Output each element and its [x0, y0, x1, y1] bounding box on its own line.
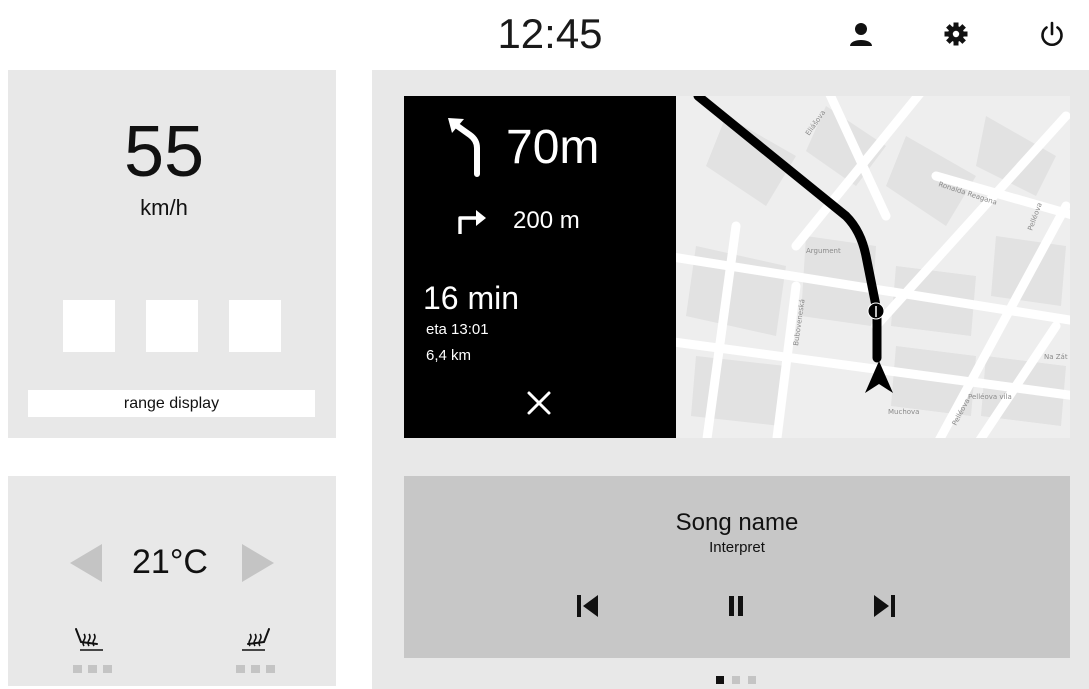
previous-track-button[interactable]: [572, 592, 604, 620]
remaining-distance: 6,4 km: [426, 347, 472, 364]
seat-heat-right-level-1: [236, 665, 245, 673]
following-turn-distance: 200 m: [513, 207, 580, 234]
remaining-time: 16 min: [423, 280, 520, 316]
map-label: Na Zát: [1044, 353, 1068, 361]
song-name: Song name: [675, 509, 799, 536]
navigation-map[interactable]: Eliášova Ronalda Reagana Pelléova Argume…: [676, 96, 1070, 438]
range-display: range display: [28, 390, 315, 417]
speed-value: 55: [123, 112, 205, 192]
page-dot-2[interactable]: [732, 676, 740, 684]
map-label: Pelléova vila: [968, 393, 1012, 401]
map-label: Argument: [806, 247, 841, 255]
seat-heat-left-icon[interactable]: [73, 626, 109, 656]
page-dot-1[interactable]: [716, 676, 724, 684]
seat-heat-left-level-1: [73, 665, 82, 673]
seat-heat-right-level-2: [251, 665, 260, 673]
map-label: Muchova: [888, 408, 919, 416]
indicator-slot-2: [146, 300, 198, 352]
power-icon[interactable]: [1036, 18, 1068, 50]
temperature-value: 21°C: [132, 543, 208, 581]
song-interpret: Interpret: [709, 539, 765, 556]
eta-time: eta 13:01: [426, 321, 489, 338]
indicator-slot-1: [63, 300, 115, 352]
speed-unit: km/h: [140, 195, 188, 220]
clock: 12:45: [497, 10, 603, 57]
turn-left-arrow-icon: [444, 114, 488, 178]
user-icon[interactable]: [845, 18, 877, 50]
seat-heat-right-icon[interactable]: [236, 626, 272, 656]
pause-button[interactable]: [720, 592, 752, 620]
page-dot-3[interactable]: [748, 676, 756, 684]
close-navigation-button[interactable]: [524, 388, 554, 418]
seat-heat-right-level-3: [266, 665, 275, 673]
temp-decrease-arrow[interactable]: [70, 544, 102, 582]
next-track-button[interactable]: [868, 592, 900, 620]
temp-increase-arrow[interactable]: [242, 544, 274, 582]
settings-gear-icon[interactable]: [940, 18, 972, 50]
next-turn-distance: 70m: [506, 121, 600, 174]
seat-heat-left-level-3: [103, 665, 112, 673]
indicator-slot-3: [229, 300, 281, 352]
media-player: [404, 476, 1070, 658]
turn-right-arrow-icon: [456, 206, 488, 236]
seat-heat-left-level-2: [88, 665, 97, 673]
